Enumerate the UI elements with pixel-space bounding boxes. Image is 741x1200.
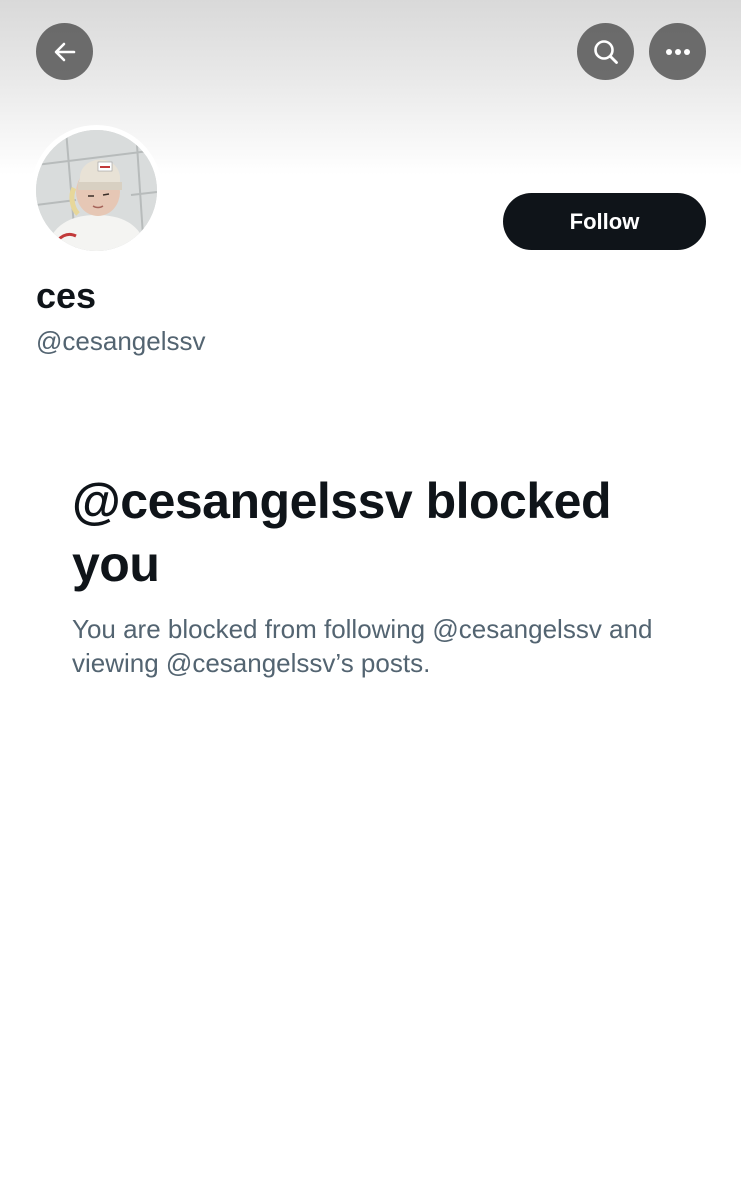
display-name: ces: [36, 275, 97, 316]
user-handle: @cesangelssv: [36, 326, 206, 356]
blocked-description: You are blocked from following @cesangel…: [72, 614, 653, 678]
follow-button[interactable]: Follow: [503, 193, 706, 250]
more-horizontal-icon: [665, 48, 691, 56]
avatar-image: [36, 130, 157, 251]
arrow-left-icon: [52, 39, 78, 65]
search-button[interactable]: [577, 23, 634, 80]
avatar[interactable]: [31, 125, 162, 256]
back-button[interactable]: [36, 23, 93, 80]
more-options-button[interactable]: [649, 23, 706, 80]
blocked-title: @cesangelssv blocked you: [72, 473, 612, 592]
search-icon: [592, 38, 620, 66]
